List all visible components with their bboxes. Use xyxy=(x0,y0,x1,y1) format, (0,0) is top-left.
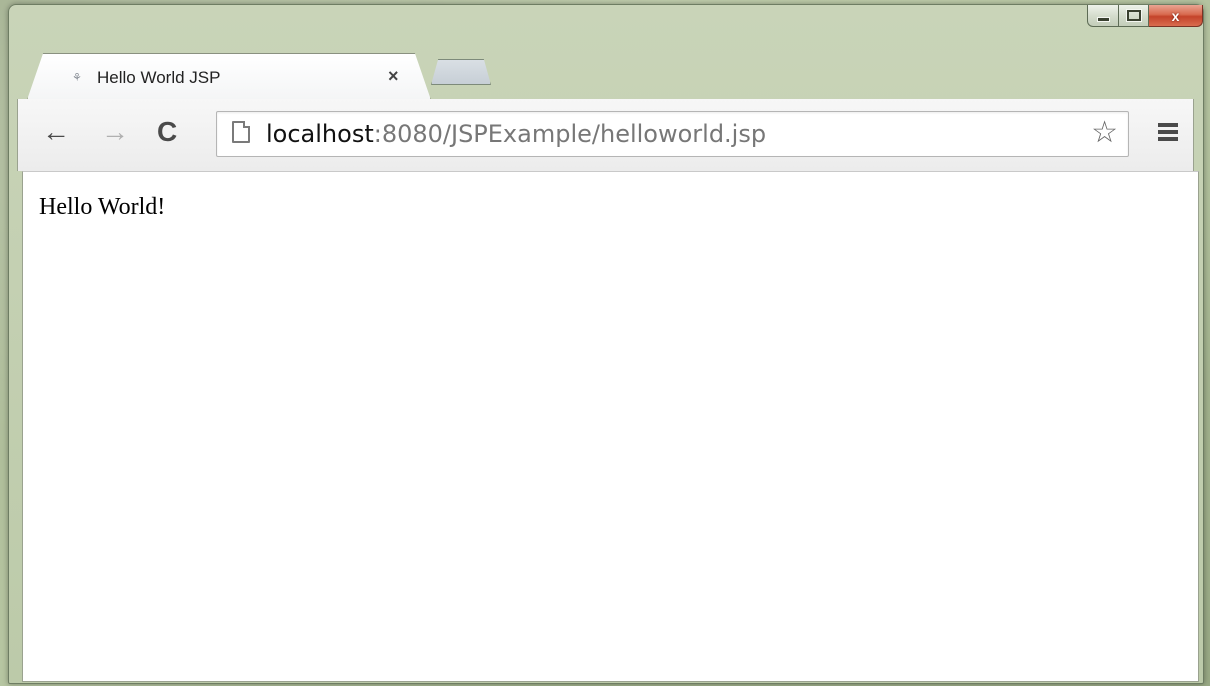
tab-title: Hello World JSP xyxy=(97,68,221,87)
page-favicon-icon: ⚘ xyxy=(72,72,82,84)
url-path: :8080/JSPExample/helloworld.jsp xyxy=(373,120,767,148)
forward-arrow-icon[interactable]: → xyxy=(101,117,129,147)
minimize-icon xyxy=(1096,16,1110,22)
back-arrow-icon[interactable]: ← xyxy=(42,117,70,147)
maximize-icon xyxy=(1125,9,1142,22)
page-icon xyxy=(232,121,250,143)
browser-window: x ⚘ Hello World JSP × ← → C localhost:80… xyxy=(8,4,1204,684)
tab-close-icon[interactable]: × xyxy=(388,66,399,87)
menu-bar-bottom xyxy=(1158,137,1178,141)
window-caption-buttons: x xyxy=(1087,5,1203,27)
url-text[interactable]: localhost:8080/JSPExample/helloworld.jsp xyxy=(266,120,766,148)
page-content: Hello World! xyxy=(22,171,1199,682)
close-icon: x xyxy=(1171,7,1180,24)
page-text: Hello World! xyxy=(39,194,166,220)
minimize-button[interactable] xyxy=(1087,5,1119,27)
bookmark-star-icon[interactable]: ☆ xyxy=(1091,116,1118,150)
menu-bar-middle xyxy=(1158,130,1178,134)
reload-icon[interactable]: C xyxy=(157,117,177,147)
browser-toolbar: ← → C localhost:8080/JSPExample/hellowor… xyxy=(17,99,1194,171)
menu-bar-top xyxy=(1158,123,1178,127)
address-bar[interactable]: localhost:8080/JSPExample/helloworld.jsp… xyxy=(216,111,1129,157)
hamburger-menu-icon[interactable] xyxy=(1158,121,1180,143)
tab-hello-world-jsp[interactable]: ⚘ Hello World JSP × xyxy=(27,53,431,100)
close-window-button[interactable]: x xyxy=(1149,5,1203,27)
tab-strip: ⚘ Hello World JSP × xyxy=(9,45,1203,100)
url-host: localhost xyxy=(266,120,374,148)
new-tab-button[interactable] xyxy=(431,59,491,85)
maximize-button[interactable] xyxy=(1119,5,1149,27)
